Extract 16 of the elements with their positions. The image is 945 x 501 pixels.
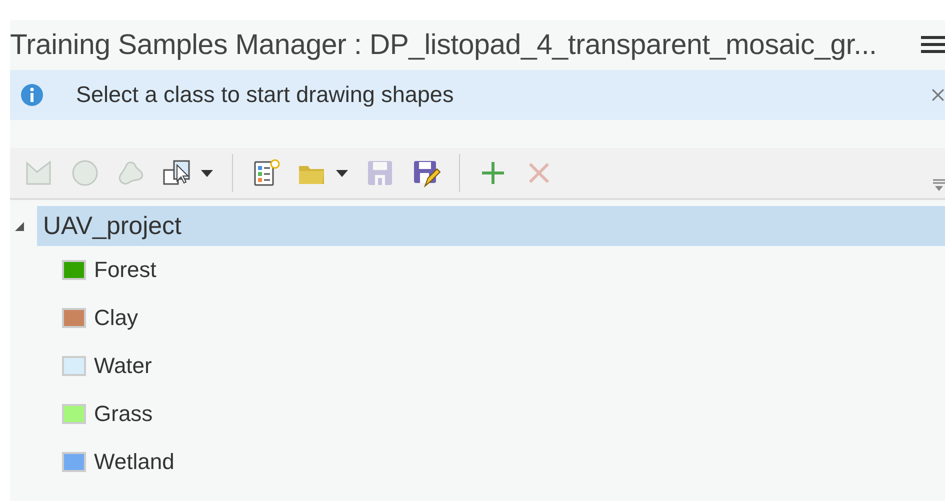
tree-node[interactable]: UAV_project bbox=[37, 206, 945, 246]
select-tool-icon[interactable] bbox=[162, 158, 192, 188]
info-message: Select a class to start drawing shapes bbox=[76, 82, 455, 108]
info-icon bbox=[20, 83, 44, 107]
class-label[interactable]: Water bbox=[94, 353, 152, 379]
class-label[interactable]: Forest bbox=[94, 257, 156, 283]
overflow-icon[interactable] bbox=[933, 178, 945, 192]
class-label[interactable]: Grass bbox=[94, 401, 153, 427]
class-label[interactable]: Clay bbox=[94, 305, 138, 331]
close-icon[interactable] bbox=[931, 86, 945, 104]
collapse-icon[interactable] bbox=[13, 220, 25, 232]
save-disk-pencil-icon[interactable] bbox=[411, 158, 441, 188]
window-title: Training Samples Manager : DP_listopad_4_transparent_mosaic_gr... bbox=[10, 28, 878, 62]
caret-icon[interactable] bbox=[200, 168, 214, 178]
caret-icon[interactable] bbox=[335, 168, 349, 178]
class-label[interactable]: Wetland bbox=[94, 449, 174, 475]
